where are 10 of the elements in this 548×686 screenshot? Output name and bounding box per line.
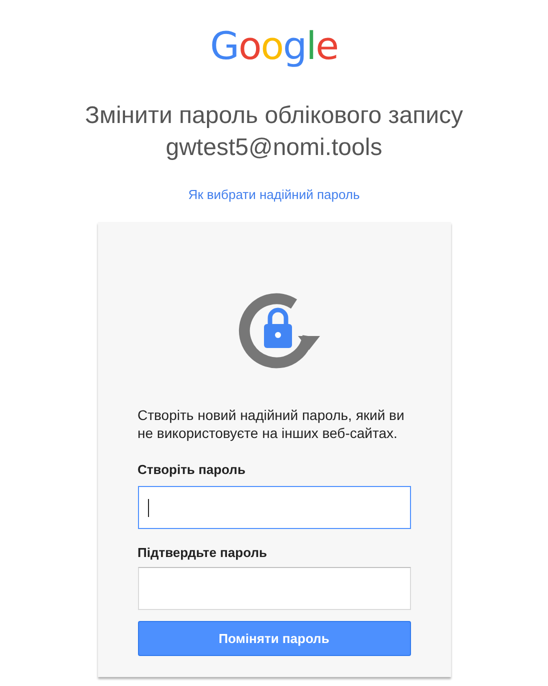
- password-field[interactable]: [138, 567, 410, 610]
- help-link[interactable]: Як вибрати надійний пароль: [188, 187, 360, 202]
- google-logo: Google: [210, 24, 338, 68]
- instruction-text: Створіть новий надійний пароль, який ви не використовуєте на інших веб-сайтах.: [138, 406, 406, 442]
- change-password-button[interactable]: Поміняти пароль: [138, 621, 410, 656]
- password-field[interactable]: [138, 486, 410, 529]
- page-title: Змінити пароль облікового запису: [84, 102, 464, 130]
- field-label: Створіть пароль: [138, 462, 246, 477]
- page-title: gwtest5@nomi.tools: [166, 134, 382, 162]
- field-label: Підтвердьте пароль: [138, 545, 268, 560]
